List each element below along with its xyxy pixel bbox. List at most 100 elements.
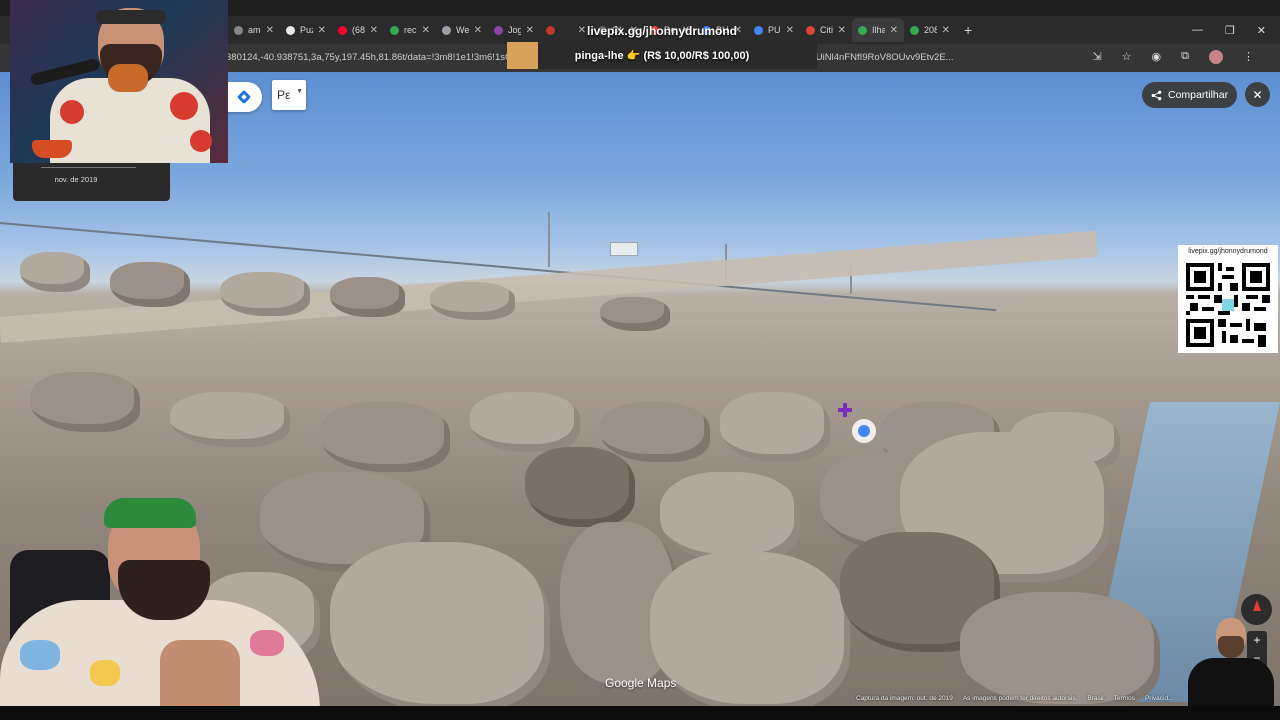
browser-tab[interactable]: We ✕ [436, 18, 488, 42]
rock [600, 297, 670, 331]
capture-date: Captura da imagem: out. de 2019 [856, 695, 953, 702]
browser-tab[interactable]: 208 ✕ [904, 18, 956, 42]
donation-banner: livepix.gg/jhonnydrumond pinga-lhe 👉 (R$… [507, 24, 817, 69]
rock [320, 402, 450, 472]
browser-tab[interactable]: Puz ✕ [280, 18, 332, 42]
streamer-chest [160, 640, 240, 706]
tab-close-icon[interactable]: ✕ [474, 25, 482, 36]
country-link[interactable]: Brasil [1087, 695, 1103, 705]
webcam-overlay-top [10, 0, 228, 163]
webcam-overlay-bottom-left [0, 490, 320, 706]
lamp-post [548, 212, 550, 267]
directions-icon [236, 89, 252, 105]
rock [720, 392, 830, 462]
qr-code [1186, 263, 1270, 347]
food [108, 64, 148, 92]
rock [600, 402, 710, 462]
bookmark-star-icon[interactable]: ☆ [1122, 50, 1132, 64]
sauce-bowl [32, 140, 72, 158]
rock [470, 392, 580, 452]
shirt-pattern [20, 640, 60, 670]
imagery-date: nov. de 2019 [54, 175, 98, 184]
shirt-flower [170, 92, 198, 120]
browser-tab[interactable]: recl ✕ [384, 18, 436, 42]
tab-label: Ilha [872, 25, 885, 35]
rock [110, 262, 190, 307]
terms-link[interactable]: Termos [1114, 695, 1135, 705]
tab-favicon-icon [858, 25, 867, 35]
road-sign [610, 242, 638, 256]
minimize-button[interactable]: — [1192, 24, 1203, 36]
tab-label: Citi [820, 25, 833, 35]
restore-button[interactable]: ❐ [1225, 24, 1235, 37]
tab-favicon-icon [338, 25, 347, 35]
install-icon[interactable]: ⇲ [1092, 50, 1101, 64]
rock [170, 392, 290, 447]
copyright-notice: As imagens podem ter direitos autorais. [962, 695, 1078, 702]
profile-avatar[interactable] [1209, 50, 1223, 64]
shirt-flower [60, 100, 84, 124]
tab-favicon-icon [494, 25, 503, 35]
shirt-pattern [250, 630, 284, 656]
rock [330, 542, 550, 706]
new-tab-button[interactable]: + [964, 22, 972, 38]
share-button[interactable]: Compartilhar [1142, 82, 1237, 108]
rock [430, 282, 515, 320]
donation-message: pinga-lhe 👉 (R$ 10,00/R$ 100,00) [574, 50, 750, 62]
window-close-button[interactable]: ✕ [1257, 24, 1266, 37]
location-title-card[interactable]: Pε ▼ [272, 80, 306, 110]
extension-icon[interactable]: ◉ [1152, 50, 1162, 64]
tab-favicon-icon [442, 25, 451, 35]
target-dot-icon [858, 425, 870, 437]
window-controls: — ❐ ✕ [1192, 16, 1280, 44]
tab-label: (68) [352, 25, 365, 35]
navigation-target-marker[interactable] [852, 419, 876, 443]
back-to-map-button[interactable] [226, 82, 262, 112]
privacy-link[interactable]: Privacid... [1145, 695, 1174, 705]
rock [960, 592, 1160, 706]
tab-close-icon[interactable]: ✕ [890, 25, 898, 36]
close-street-view-button[interactable]: ✕ [1245, 82, 1270, 107]
share-label: Compartilhar [1168, 89, 1229, 101]
date-divider [41, 167, 136, 168]
browser-tab[interactable]: Ilha ✕ [852, 18, 904, 42]
bottom-bar [0, 706, 1280, 720]
webcam-overlay-bottom-right [1180, 610, 1280, 706]
rock [220, 272, 310, 316]
chevron-down-icon: ▼ [296, 88, 303, 95]
tab-close-icon[interactable]: ✕ [942, 25, 950, 36]
tab-close-icon[interactable]: ✕ [370, 25, 378, 36]
rock [660, 472, 800, 562]
google-maps-logo: Google Maps [605, 676, 677, 690]
location-title: Pε [277, 88, 291, 102]
pegman-marker[interactable] [838, 403, 852, 417]
browser-tab[interactable]: ama ✕ [228, 18, 280, 42]
rock [330, 277, 405, 317]
share-icon [1151, 90, 1162, 100]
shirt-flower [190, 130, 212, 152]
tab-label: 208 [924, 25, 937, 35]
puzzle-icon[interactable]: ⧉ [1181, 50, 1189, 64]
tab-close-icon[interactable]: ✕ [422, 25, 430, 36]
rock [30, 372, 140, 432]
tab-label: ama [248, 25, 261, 35]
donation-handle: livepix.gg/jhonnydrumond [587, 24, 737, 38]
tab-favicon-icon [390, 25, 399, 35]
streamer-bandana [104, 498, 196, 528]
tab-close-icon[interactable]: ✕ [838, 25, 846, 36]
tab-close-icon[interactable]: ✕ [318, 25, 326, 36]
browser-tab[interactable]: (68) ✕ [332, 18, 384, 42]
rock [650, 552, 850, 706]
close-icon: ✕ [1252, 87, 1263, 102]
address-bar-actions: ⇲ ☆ ◉ ⧉ ⋮ [1092, 50, 1254, 64]
tab-close-icon[interactable]: ✕ [266, 25, 274, 36]
tab-label: recl [404, 25, 417, 35]
tab-favicon-icon [286, 25, 295, 35]
qr-caption: livepix.gg/jhonnydrumond [1188, 248, 1268, 255]
tab-label: Puz [300, 25, 313, 35]
rock [525, 447, 635, 527]
qr-code-panel: livepix.gg/jhonnydrumond [1178, 245, 1278, 353]
tab-favicon-icon [234, 25, 243, 35]
menu-icon[interactable]: ⋮ [1243, 50, 1254, 64]
person-body [1188, 658, 1274, 706]
